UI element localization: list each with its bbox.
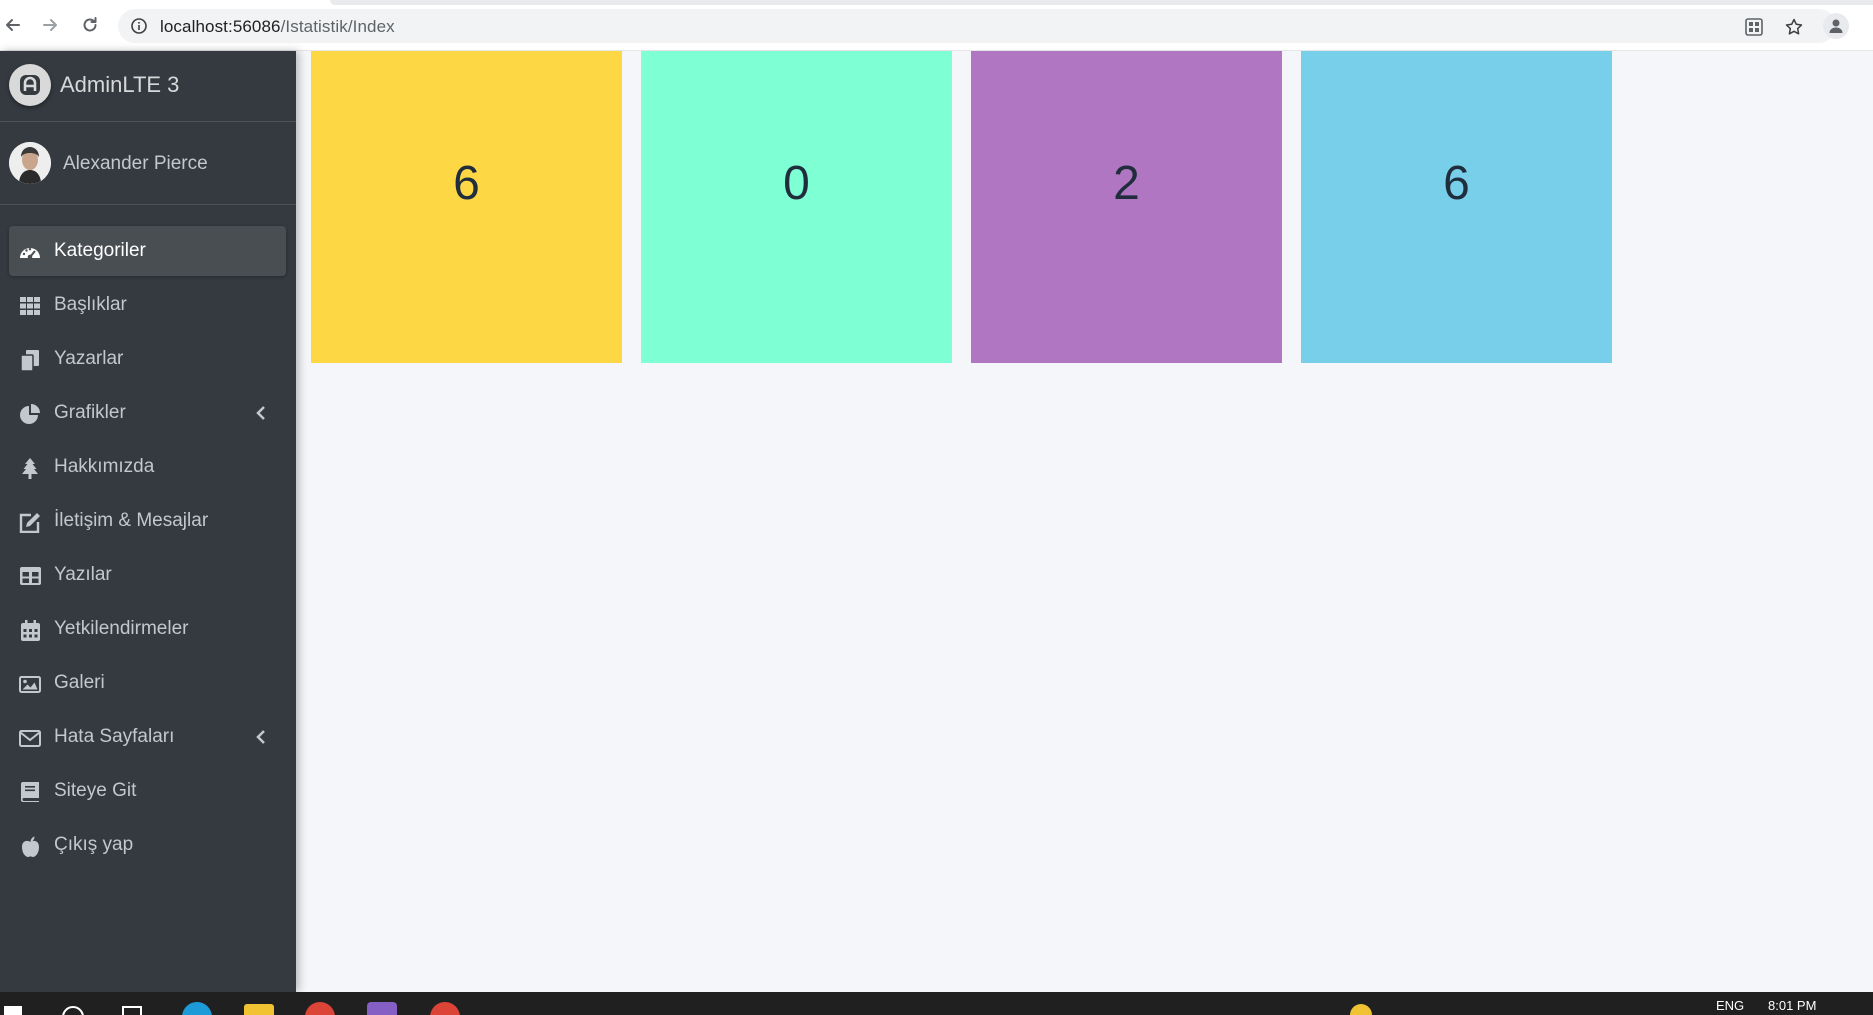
forward-button[interactable] (37, 12, 63, 38)
tree-icon (18, 456, 42, 480)
site-info-icon[interactable] (130, 17, 148, 35)
pie-chart-icon (18, 402, 42, 426)
file-explorer-icon[interactable] (244, 1004, 274, 1015)
qr-code-icon[interactable] (1743, 16, 1765, 38)
copy-icon (18, 348, 42, 372)
book-icon (18, 780, 42, 804)
reload-icon (83, 17, 97, 32)
sidebar-item-label: Hakkımızda (54, 456, 155, 477)
sidebar-item-label: Galeri (54, 672, 105, 693)
th-grid-icon (18, 294, 42, 318)
edge-browser-icon[interactable] (182, 1002, 212, 1015)
envelope-icon (18, 726, 42, 750)
language-indicator[interactable]: ENG (1716, 998, 1744, 1013)
avatar (9, 142, 51, 184)
chrome-icon[interactable] (305, 1002, 335, 1015)
image-icon (18, 672, 42, 696)
stat-value: 6 (453, 156, 480, 210)
stat-box-1: 6 (311, 51, 622, 363)
stat-value: 2 (1113, 156, 1140, 210)
sidebar-item-label: Yazarlar (54, 348, 124, 369)
apple-icon (18, 834, 42, 858)
table-icon (18, 564, 42, 588)
sidebar-item-label: Hata Sayfaları (54, 726, 175, 747)
arrow-right-icon (43, 19, 57, 31)
sidebar-item-hata-sayfalari[interactable]: Hata Sayfaları (9, 712, 286, 762)
sidebar-item-label: Kategoriler (54, 240, 146, 261)
chrome-icon[interactable] (430, 1002, 460, 1015)
tab-strip (330, 0, 1873, 5)
clock-time[interactable]: 8:01 PM (1768, 998, 1816, 1013)
arrow-left-icon (6, 19, 20, 31)
sidebar-item-yazarlar[interactable]: Yazarlar (9, 334, 286, 384)
sidebar-item-label: Grafikler (54, 402, 126, 423)
address-bar[interactable]: localhost:56086/Istatistik/Index (118, 9, 1836, 43)
url-text[interactable]: localhost:56086/Istatistik/Index (160, 17, 395, 37)
sidebar-item-yetkilendirmeler[interactable]: Yetkilendirmeler (9, 604, 286, 654)
bookmark-star-icon[interactable] (1783, 16, 1805, 38)
stat-value: 6 (1443, 156, 1470, 210)
sidebar-item-cikis-yap[interactable]: Çıkış yap (9, 820, 286, 870)
brand-link[interactable]: AdminLTE 3 (0, 51, 296, 122)
back-button[interactable] (0, 12, 26, 38)
stat-box-3: 2 (971, 51, 1282, 363)
windows-start-icon[interactable] (4, 1006, 22, 1015)
stat-value: 0 (783, 156, 810, 210)
url-path: /Istatistik/Index (280, 17, 395, 36)
sidebar-item-label: Yazılar (54, 564, 112, 585)
user-name: Alexander Pierce (63, 153, 208, 174)
sidebar: AdminLTE 3 Alexander Pierce Kategoriler … (0, 51, 296, 992)
sidebar-item-hakkimizda[interactable]: Hakkımızda (9, 442, 286, 492)
browser-toolbar: localhost:56086/Istatistik/Index (0, 0, 1873, 51)
os-taskbar: ENG 8:01 PM (0, 992, 1873, 1015)
profile-avatar-icon[interactable] (1823, 13, 1849, 39)
stat-box-4: 6 (1301, 51, 1612, 363)
sidebar-item-kategoriler[interactable]: Kategoriler (9, 226, 286, 276)
reload-button[interactable] (77, 12, 103, 38)
task-view-icon[interactable] (122, 1006, 142, 1015)
calendar-icon (18, 618, 42, 642)
sidebar-menu: Kategoriler Başlıklar Yazarlar Grafikler… (0, 226, 296, 874)
sidebar-item-grafikler[interactable]: Grafikler (9, 388, 286, 438)
visual-studio-icon[interactable] (367, 1002, 397, 1015)
sidebar-item-label: Siteye Git (54, 780, 137, 801)
weather-icon[interactable] (1350, 1004, 1372, 1015)
sidebar-item-label: Çıkış yap (54, 834, 134, 855)
adminlte-logo-icon (9, 64, 51, 106)
chevron-left-icon[interactable] (254, 404, 268, 422)
tachometer-icon (18, 240, 42, 264)
sidebar-item-siteye-git[interactable]: Siteye Git (9, 766, 286, 816)
search-icon[interactable] (62, 1006, 84, 1015)
sidebar-item-label: Başlıklar (54, 294, 127, 315)
stat-box-2: 0 (641, 51, 952, 363)
edit-icon (18, 510, 42, 534)
user-panel[interactable]: Alexander Pierce (0, 122, 296, 205)
sidebar-item-label: Yetkilendirmeler (54, 618, 189, 639)
sidebar-item-iletisim[interactable]: İletişim & Mesajlar (9, 496, 286, 546)
sidebar-item-galeri[interactable]: Galeri (9, 658, 286, 708)
sidebar-item-basliklar[interactable]: Başlıklar (9, 280, 286, 330)
brand-text: AdminLTE 3 (60, 72, 180, 97)
url-host: localhost:56086 (160, 17, 281, 36)
chevron-left-icon[interactable] (254, 728, 268, 746)
sidebar-item-yazilar[interactable]: Yazılar (9, 550, 286, 600)
sidebar-item-label: İletişim & Mesajlar (54, 510, 209, 531)
